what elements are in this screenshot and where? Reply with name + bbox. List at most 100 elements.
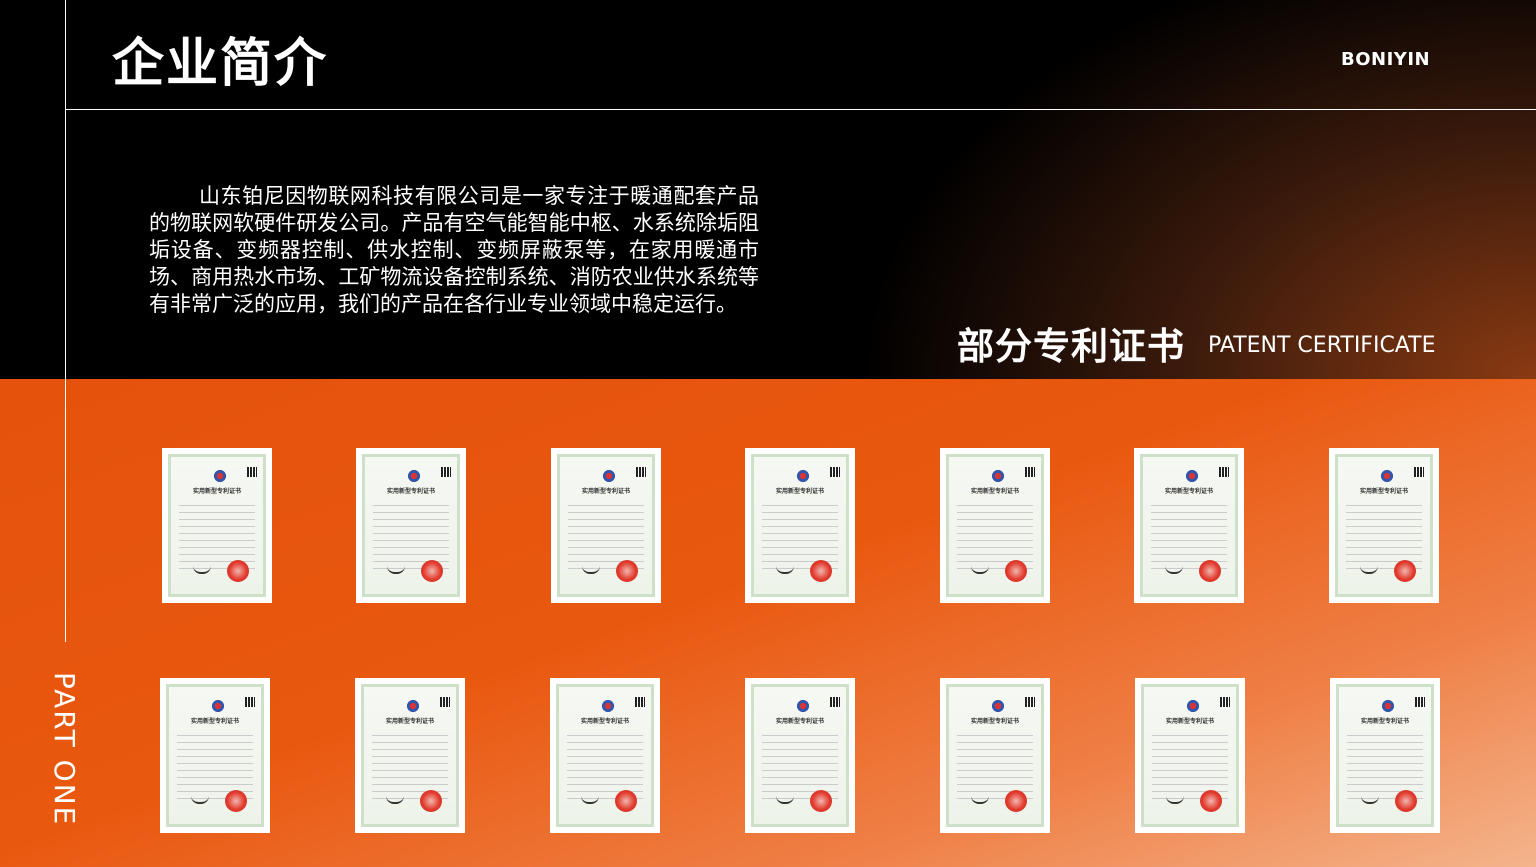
certificate-caption: 实用新型专利证书	[386, 488, 435, 495]
certificate-image: 实用新型专利证书	[557, 454, 655, 597]
seal-icon	[227, 560, 249, 582]
patent-office-logo-icon	[991, 469, 1005, 483]
certificate-caption: 实用新型专利证书	[1360, 718, 1409, 725]
certificate-caption: 实用新型专利证书	[190, 718, 239, 725]
seal-icon	[420, 790, 442, 812]
certificate-card[interactable]: 实用新型专利证书	[1329, 448, 1439, 603]
qr-code-icon	[1414, 467, 1424, 477]
certificate-text-lines	[567, 729, 643, 799]
certificate-caption: 实用新型专利证书	[775, 718, 824, 725]
certificate-caption: 实用新型专利证书	[385, 718, 434, 725]
certificate-card[interactable]: 实用新型专利证书	[745, 678, 855, 833]
signature-icon	[776, 566, 794, 574]
certificate-caption: 实用新型专利证书	[1359, 488, 1408, 495]
certificate-card[interactable]: 实用新型专利证书	[1135, 678, 1245, 833]
certificate-image: 实用新型专利证书	[1335, 454, 1433, 597]
seal-icon	[1200, 790, 1222, 812]
patent-office-logo-icon	[602, 469, 616, 483]
qr-code-icon	[830, 467, 840, 477]
seal-icon	[225, 790, 247, 812]
patent-office-logo-icon	[1186, 699, 1200, 713]
qr-code-icon	[1219, 467, 1229, 477]
certificate-caption: 实用新型专利证书	[581, 488, 630, 495]
vertical-divider	[65, 0, 66, 642]
patent-office-logo-icon	[601, 699, 615, 713]
seal-icon	[1395, 790, 1417, 812]
certificate-caption: 实用新型专利证书	[970, 488, 1019, 495]
brand-logo-text: BONIYIN	[1341, 49, 1431, 70]
qr-code-icon	[1025, 697, 1035, 707]
certificate-text-lines	[957, 729, 1033, 799]
certificate-text-lines	[1347, 729, 1423, 799]
seal-icon	[1005, 790, 1027, 812]
signature-icon	[1166, 796, 1184, 804]
company-intro: 山东铂尼因物联网科技有限公司是一家专注于暖通配套产品的物联网软硬件研发公司。产品…	[149, 184, 759, 316]
seal-icon	[810, 560, 832, 582]
signature-icon	[776, 796, 794, 804]
signature-icon	[582, 566, 600, 574]
patent-office-logo-icon	[211, 699, 225, 713]
certificate-text-lines	[372, 729, 448, 799]
page-title: 企业简介	[112, 34, 329, 94]
patent-office-logo-icon	[1380, 469, 1394, 483]
signature-icon	[581, 796, 599, 804]
certificate-image: 实用新型专利证书	[946, 454, 1044, 597]
certificate-card[interactable]: 实用新型专利证书	[940, 448, 1050, 603]
patent-title-cn: 部分专利证书	[957, 325, 1185, 368]
certificate-caption: 实用新型专利证书	[970, 718, 1019, 725]
horizontal-divider	[65, 109, 1536, 110]
certificate-text-lines	[568, 499, 644, 569]
qr-code-icon	[440, 697, 450, 707]
certificate-caption: 实用新型专利证书	[775, 488, 824, 495]
signature-icon	[193, 566, 211, 574]
signature-icon	[191, 796, 209, 804]
certificate-card[interactable]: 实用新型专利证书	[551, 448, 661, 603]
qr-code-icon	[247, 467, 257, 477]
signature-icon	[971, 566, 989, 574]
certificate-card[interactable]: 实用新型专利证书	[1330, 678, 1440, 833]
qr-code-icon	[636, 467, 646, 477]
certificate-card[interactable]: 实用新型专利证书	[162, 448, 272, 603]
certificate-text-lines	[1151, 499, 1227, 569]
seal-icon	[810, 790, 832, 812]
certificate-text-lines	[1152, 729, 1228, 799]
certificate-card[interactable]: 实用新型专利证书	[550, 678, 660, 833]
certificate-text-lines	[957, 499, 1033, 569]
certificate-card[interactable]: 实用新型专利证书	[745, 448, 855, 603]
certificate-image: 实用新型专利证书	[1140, 454, 1238, 597]
certificate-image: 实用新型专利证书	[166, 684, 264, 827]
seal-icon	[1005, 560, 1027, 582]
certificate-text-lines	[762, 499, 838, 569]
signature-icon	[1360, 566, 1378, 574]
seal-icon	[1199, 560, 1221, 582]
certificate-text-lines	[762, 729, 838, 799]
qr-code-icon	[830, 697, 840, 707]
certificate-caption: 实用新型专利证书	[580, 718, 629, 725]
patent-office-logo-icon	[406, 699, 420, 713]
certificate-card[interactable]: 实用新型专利证书	[160, 678, 270, 833]
certificate-card[interactable]: 实用新型专利证书	[940, 678, 1050, 833]
patent-title-en: PATENT CERTIFICATE	[1208, 333, 1436, 358]
certificate-text-lines	[179, 499, 255, 569]
qr-code-icon	[1025, 467, 1035, 477]
patent-office-logo-icon	[796, 469, 810, 483]
certificate-image: 实用新型专利证书	[362, 454, 460, 597]
patent-office-logo-icon	[213, 469, 227, 483]
patent-office-logo-icon	[1381, 699, 1395, 713]
certificate-text-lines	[177, 729, 253, 799]
signature-icon	[387, 566, 405, 574]
patent-office-logo-icon	[991, 699, 1005, 713]
certificate-card[interactable]: 实用新型专利证书	[355, 678, 465, 833]
certificate-image: 实用新型专利证书	[1141, 684, 1239, 827]
certificate-card[interactable]: 实用新型专利证书	[356, 448, 466, 603]
signature-icon	[1361, 796, 1379, 804]
certificate-card[interactable]: 实用新型专利证书	[1134, 448, 1244, 603]
certificate-image: 实用新型专利证书	[361, 684, 459, 827]
certificate-image: 实用新型专利证书	[556, 684, 654, 827]
qr-code-icon	[1415, 697, 1425, 707]
qr-code-icon	[245, 697, 255, 707]
seal-icon	[616, 560, 638, 582]
certificate-caption: 实用新型专利证书	[1164, 488, 1213, 495]
patent-office-logo-icon	[407, 469, 421, 483]
qr-code-icon	[1220, 697, 1230, 707]
